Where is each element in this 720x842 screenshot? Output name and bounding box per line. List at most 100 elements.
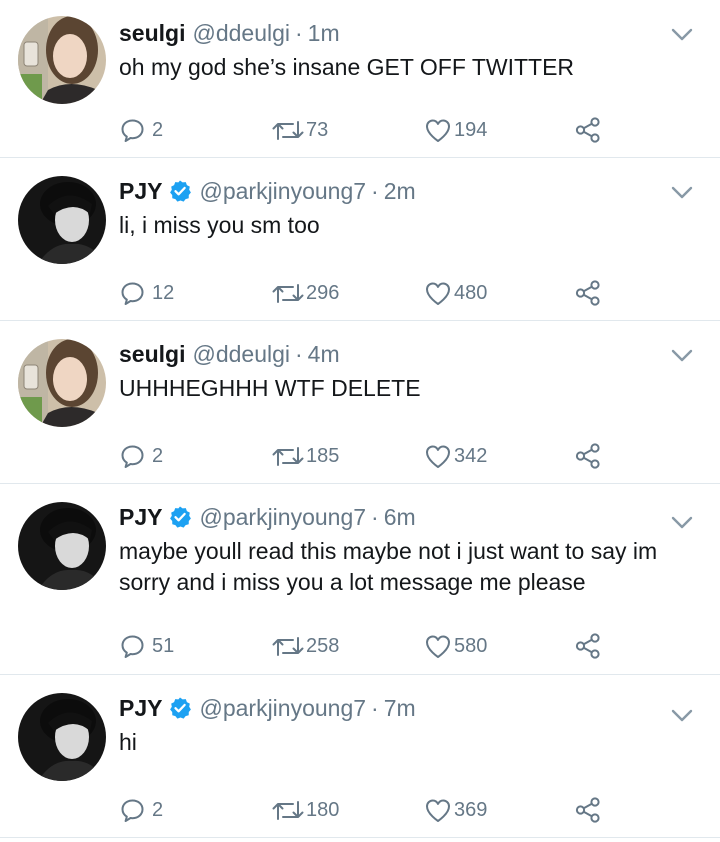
display-name[interactable]: PJY bbox=[119, 502, 162, 532]
retweet-button[interactable]: 258 bbox=[271, 631, 339, 661]
retweet-button[interactable]: 296 bbox=[271, 278, 339, 308]
retweet-button[interactable]: 73 bbox=[271, 115, 328, 145]
verified-badge-icon bbox=[168, 505, 192, 529]
user-handle[interactable]: @parkjinyoung7 bbox=[199, 693, 366, 723]
chevron-down-icon[interactable] bbox=[670, 347, 694, 365]
retweet-icon bbox=[271, 280, 305, 307]
share-button[interactable] bbox=[574, 115, 602, 145]
tweet-5[interactable]: PJY @parkjinyoung7 · 7m hi 2 180 369 bbox=[0, 675, 720, 838]
like-count: 580 bbox=[454, 634, 488, 657]
tweet-4[interactable]: PJY @parkjinyoung7 · 6m maybe youll read… bbox=[0, 484, 720, 675]
tweet-actions: 51 258 580 bbox=[119, 631, 639, 661]
tweet-text: UHHHEGHHH WTF DELETE bbox=[119, 375, 421, 401]
reply-button[interactable]: 12 bbox=[119, 278, 174, 308]
retweet-count: 73 bbox=[306, 118, 329, 141]
separator-dot: · bbox=[371, 695, 379, 721]
heart-icon bbox=[424, 633, 452, 660]
user-handle[interactable]: @ddeulgi bbox=[192, 339, 290, 369]
heart-icon bbox=[424, 443, 452, 470]
like-button[interactable]: 194 bbox=[424, 115, 487, 145]
retweet-count: 296 bbox=[306, 281, 340, 304]
retweet-icon bbox=[271, 117, 305, 144]
timestamp[interactable]: 6m bbox=[384, 502, 416, 532]
timestamp[interactable]: 1m bbox=[308, 18, 340, 48]
heart-icon bbox=[424, 117, 452, 144]
retweet-button[interactable]: 180 bbox=[271, 795, 339, 825]
display-name[interactable]: seulgi bbox=[119, 18, 185, 48]
separator-dot: · bbox=[295, 341, 303, 367]
reply-count: 2 bbox=[152, 798, 164, 821]
reply-icon bbox=[119, 797, 146, 824]
retweet-button[interactable]: 185 bbox=[271, 441, 339, 471]
display-name[interactable]: PJY bbox=[119, 176, 162, 206]
reply-count: 2 bbox=[152, 118, 164, 141]
retweet-icon bbox=[271, 633, 305, 660]
heart-icon bbox=[424, 280, 452, 307]
share-button[interactable] bbox=[574, 795, 602, 825]
reply-count: 12 bbox=[152, 281, 175, 304]
chevron-down-icon[interactable] bbox=[670, 514, 694, 532]
tweet-header: PJY @parkjinyoung7 · 2m bbox=[119, 176, 416, 206]
tweet-header: seulgi @ddeulgi · 4m bbox=[119, 339, 340, 369]
tweet-actions: 2 73 194 bbox=[119, 115, 639, 145]
tweet-actions: 2 180 369 bbox=[119, 795, 639, 825]
avatar-pjy[interactable] bbox=[18, 502, 106, 590]
retweet-count: 185 bbox=[306, 444, 340, 467]
share-button[interactable] bbox=[574, 631, 602, 661]
reply-icon bbox=[119, 280, 146, 307]
like-button[interactable]: 580 bbox=[424, 631, 487, 661]
user-handle[interactable]: @parkjinyoung7 bbox=[199, 176, 366, 206]
tweet-header: seulgi @ddeulgi · 1m bbox=[119, 18, 340, 48]
retweet-icon bbox=[271, 797, 305, 824]
share-icon bbox=[574, 442, 602, 470]
retweet-count: 258 bbox=[306, 634, 340, 657]
timeline-feed: seulgi @ddeulgi · 1m oh my god she’s ins… bbox=[0, 0, 720, 842]
user-handle[interactable]: @parkjinyoung7 bbox=[199, 502, 366, 532]
chevron-down-icon[interactable] bbox=[670, 707, 694, 725]
like-count: 194 bbox=[454, 118, 488, 141]
tweet-1[interactable]: seulgi @ddeulgi · 1m oh my god she’s ins… bbox=[0, 0, 720, 158]
like-button[interactable]: 480 bbox=[424, 278, 487, 308]
tweet-text: maybe youll read this maybe not i just w… bbox=[119, 538, 658, 595]
reply-count: 2 bbox=[152, 444, 164, 467]
avatar-pjy[interactable] bbox=[18, 693, 106, 781]
reply-icon bbox=[119, 633, 146, 660]
reply-icon bbox=[119, 117, 146, 144]
avatar-seulgi[interactable] bbox=[18, 16, 106, 104]
chevron-down-icon[interactable] bbox=[670, 184, 694, 202]
tweet-header: PJY @parkjinyoung7 · 7m bbox=[119, 693, 416, 723]
retweet-icon bbox=[271, 443, 305, 470]
reply-icon bbox=[119, 443, 146, 470]
retweet-count: 180 bbox=[306, 798, 340, 821]
tweet-actions: 12 296 480 bbox=[119, 278, 639, 308]
reply-button[interactable]: 2 bbox=[119, 795, 163, 825]
avatar-seulgi[interactable] bbox=[18, 339, 106, 427]
chevron-down-icon[interactable] bbox=[670, 26, 694, 44]
avatar-pjy[interactable] bbox=[18, 176, 106, 264]
tweet-3[interactable]: seulgi @ddeulgi · 4m UHHHEGHHH WTF DELET… bbox=[0, 321, 720, 484]
display-name[interactable]: seulgi bbox=[119, 339, 185, 369]
tweet-text: oh my god she’s insane GET OFF TWITTER bbox=[119, 54, 575, 80]
timestamp[interactable]: 7m bbox=[384, 693, 416, 723]
reply-button[interactable]: 2 bbox=[119, 441, 163, 471]
share-icon bbox=[574, 796, 602, 824]
display-name[interactable]: PJY bbox=[119, 693, 162, 723]
share-button[interactable] bbox=[574, 278, 602, 308]
share-button[interactable] bbox=[574, 441, 602, 471]
reply-button[interactable]: 2 bbox=[119, 115, 163, 145]
share-icon bbox=[574, 116, 602, 144]
share-icon bbox=[574, 279, 602, 307]
timestamp[interactable]: 2m bbox=[384, 176, 416, 206]
tweet-2[interactable]: PJY @parkjinyoung7 · 2m li, i miss you s… bbox=[0, 158, 720, 321]
tweet-actions: 2 185 342 bbox=[119, 441, 639, 471]
like-button[interactable]: 369 bbox=[424, 795, 487, 825]
like-button[interactable]: 342 bbox=[424, 441, 487, 471]
user-handle[interactable]: @ddeulgi bbox=[192, 18, 290, 48]
timestamp[interactable]: 4m bbox=[308, 339, 340, 369]
like-count: 480 bbox=[454, 281, 488, 304]
tweet-text: hi bbox=[119, 729, 137, 755]
like-count: 369 bbox=[454, 798, 488, 821]
reply-button[interactable]: 51 bbox=[119, 631, 174, 661]
separator-dot: · bbox=[371, 178, 379, 204]
verified-badge-icon bbox=[168, 696, 192, 720]
